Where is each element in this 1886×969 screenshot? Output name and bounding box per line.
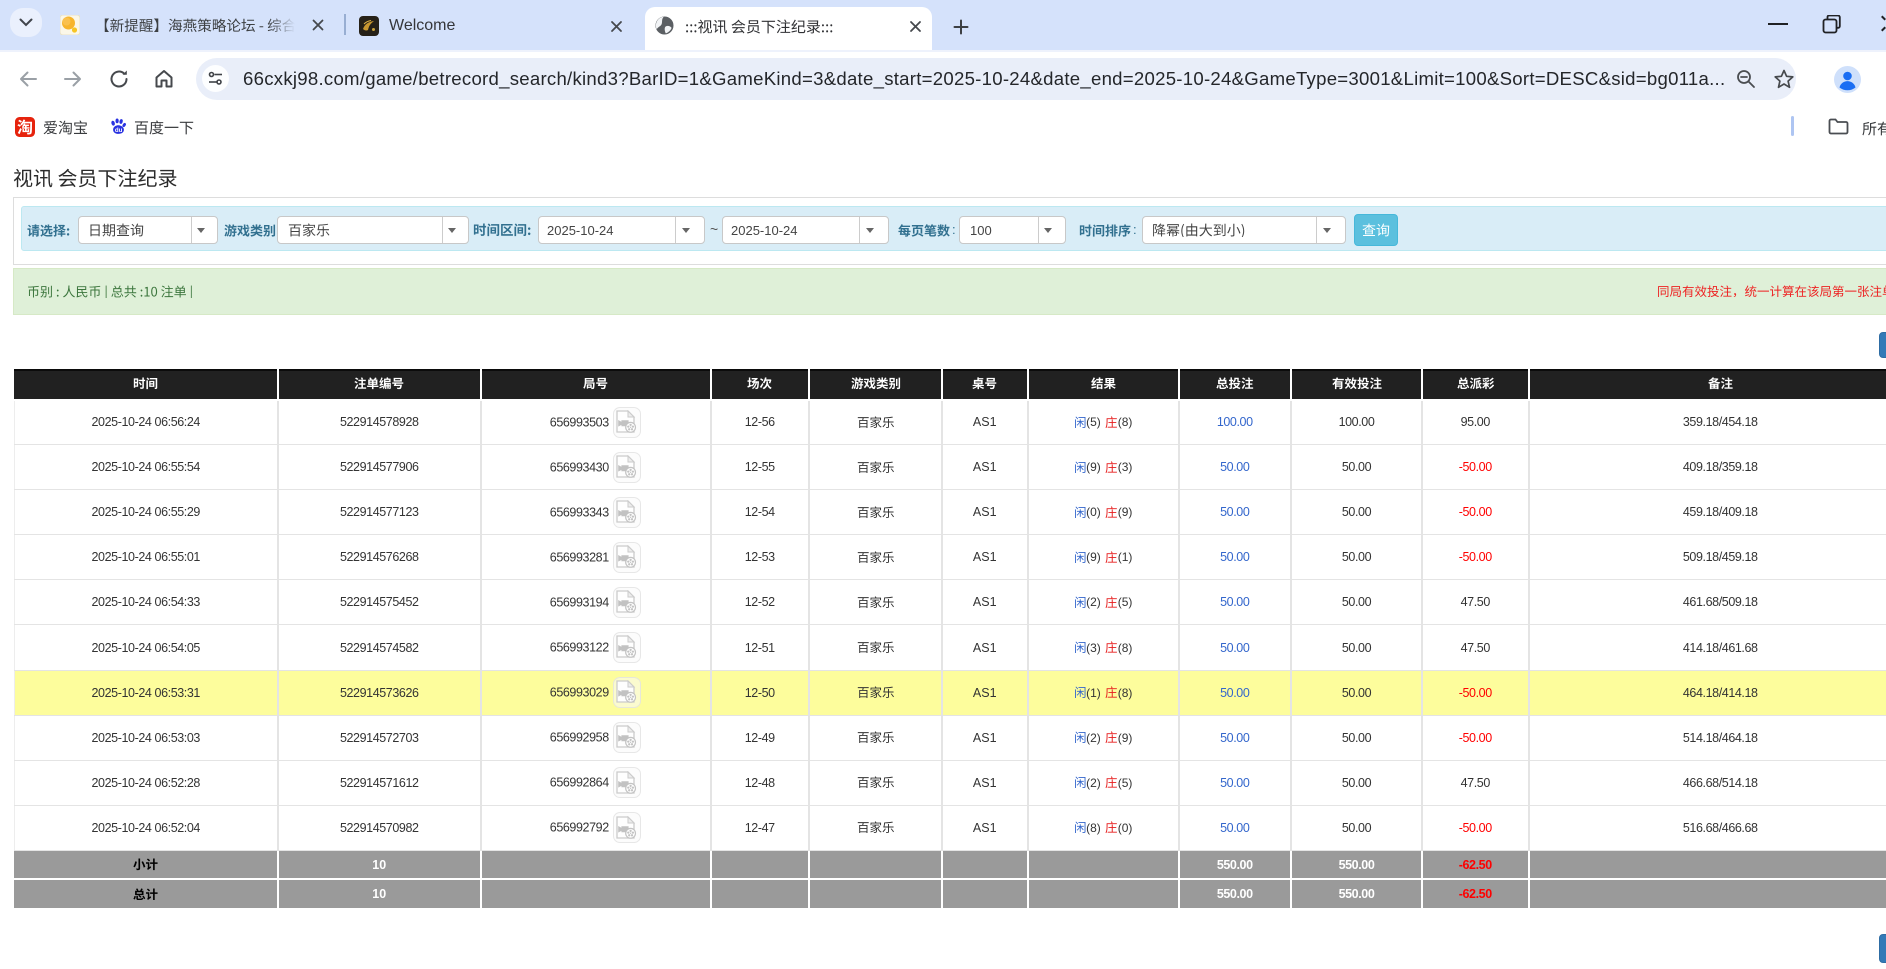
svg-text:du: du — [114, 127, 122, 134]
